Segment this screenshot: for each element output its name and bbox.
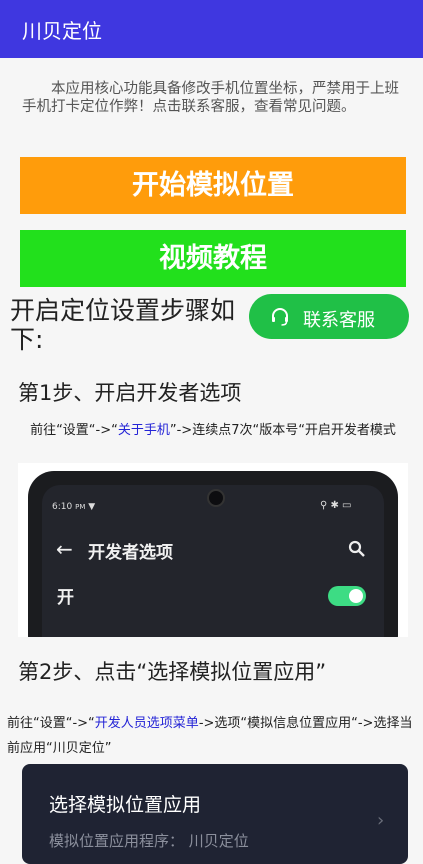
chevron-right-icon: ›	[377, 810, 385, 831]
setup-steps-heading: 开启定位设置步骤如下:	[10, 296, 236, 354]
mock-location-app-card: 选择模拟位置应用 模拟位置应用程序： 川贝定位 ›	[22, 764, 408, 864]
video-tutorial-button[interactable]: 视频教程	[20, 230, 406, 287]
headset-icon	[272, 308, 288, 326]
card-subtitle: 模拟位置应用程序： 川贝定位	[49, 832, 249, 850]
status-icons: ⚲ ✱ ▭	[320, 500, 352, 511]
intro-text: 本应用核心功能具备修改手机位置坐标，严禁用于上班手机打卡定位作弊！点击联系客服，…	[22, 81, 399, 115]
app-title: 川贝定位	[22, 19, 102, 43]
step-1-description: 前往“设置“->“关于手机”->连续点7次“版本号“开启开发者模式	[30, 423, 396, 438]
developer-options-toggle	[328, 586, 366, 606]
contact-support-label: 联系客服	[303, 310, 375, 331]
contact-support-button[interactable]: 联系客服	[249, 294, 409, 339]
step-2-description: 前往“设置“->“开发人员选项菜单->选项“模拟信息位置应用“->选择当前应用“…	[7, 716, 413, 756]
start-mock-location-button[interactable]: 开始模拟位置	[20, 157, 406, 214]
card-title: 选择模拟位置应用	[49, 794, 202, 816]
camera-icon	[207, 489, 225, 507]
status-time: 6:10 PM ▼	[52, 502, 96, 512]
developer-options-link[interactable]: 开发人员选项菜单	[95, 716, 199, 731]
toggle-label: 开	[57, 588, 74, 608]
about-phone-link[interactable]: 关于手机	[118, 423, 170, 438]
search-icon	[348, 540, 365, 557]
step-2-title: 第2步、点击“选择模拟位置应用”	[18, 660, 327, 684]
toggle-knob	[349, 589, 363, 603]
step-1-title: 第1步、开启开发者选项	[18, 381, 242, 405]
app-bar: 川贝定位	[0, 0, 423, 58]
phone-screen-title: 开发者选项	[88, 543, 173, 563]
back-arrow-icon: ←	[56, 537, 73, 561]
